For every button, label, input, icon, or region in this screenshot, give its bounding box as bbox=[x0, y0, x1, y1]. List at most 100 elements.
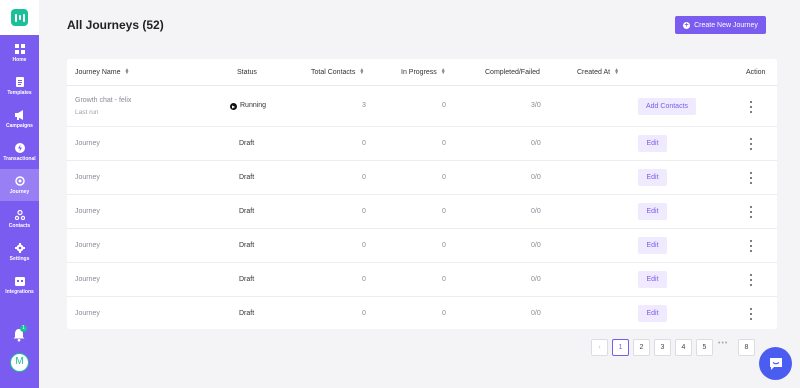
sidebar-item-label: Templates bbox=[7, 89, 32, 96]
table-row[interactable]: Journey Draft 0 0 0/0 Edit bbox=[67, 297, 777, 331]
sidebar-item-journey[interactable]: Journey bbox=[0, 169, 39, 201]
sidebar-item-label: Integrations bbox=[5, 288, 34, 295]
journey-last-run: Last run bbox=[75, 109, 99, 116]
chat-widget-button[interactable] bbox=[759, 347, 792, 380]
journey-name[interactable]: Journey bbox=[75, 310, 100, 317]
notification-badge: 1 bbox=[20, 325, 27, 332]
add-contacts-button[interactable]: Add Contacts bbox=[638, 98, 696, 115]
pagination-page-5[interactable]: 5 bbox=[696, 339, 713, 356]
more-icon[interactable] bbox=[748, 274, 754, 286]
pagination-page-last[interactable]: 8 bbox=[738, 339, 755, 356]
column-header-total-contacts[interactable]: Total Contacts ▲ ▼ bbox=[311, 67, 365, 77]
column-label: Completed/Failed bbox=[485, 69, 540, 76]
table-row[interactable]: Journey Draft 0 0 0/0 Edit bbox=[67, 229, 777, 263]
more-icon[interactable] bbox=[748, 101, 754, 113]
total-contacts: 0 bbox=[362, 140, 366, 147]
pagination-prev-button[interactable]: ‹ bbox=[591, 339, 608, 356]
megaphone-icon bbox=[14, 109, 23, 120]
journey-name[interactable]: Journey bbox=[75, 242, 100, 249]
logo-icon bbox=[11, 9, 28, 26]
journey-name[interactable]: Journey bbox=[75, 276, 100, 283]
sidebar-item-label: Campaigns bbox=[6, 122, 33, 129]
sort-icon: ▲ ▼ bbox=[614, 67, 620, 77]
column-label: Total Contacts bbox=[311, 69, 356, 76]
sort-icon: ▲ ▼ bbox=[440, 67, 446, 77]
table-row[interactable]: Journey Draft 0 0 0/0 Edit bbox=[67, 127, 777, 161]
edit-button[interactable]: Edit bbox=[638, 135, 667, 152]
column-label: In Progress bbox=[401, 69, 437, 76]
in-progress: 0 bbox=[442, 208, 446, 215]
app-logo[interactable] bbox=[0, 0, 39, 35]
in-progress: 0 bbox=[442, 310, 446, 317]
sidebar-item-campaigns[interactable]: Campaigns bbox=[0, 104, 39, 134]
edit-button[interactable]: Edit bbox=[638, 237, 667, 254]
sidebar-item-contacts[interactable]: Contacts bbox=[0, 204, 39, 234]
journey-name[interactable]: Journey bbox=[75, 208, 100, 215]
total-contacts: 0 bbox=[362, 310, 366, 317]
in-progress: 0 bbox=[442, 242, 446, 249]
column-header-created-at[interactable]: Created At ▲ ▼ bbox=[577, 67, 620, 77]
journeys-table: Journey Name ▲ ▼ Status Total Contacts ▲ ▼ I… bbox=[67, 59, 777, 329]
edit-button[interactable]: Edit bbox=[638, 169, 667, 186]
sidebar-item-label: Transactional bbox=[3, 155, 36, 162]
create-new-journey-button[interactable]: + Create New Journey bbox=[675, 16, 766, 34]
sidebar-item-label: Journey bbox=[9, 188, 30, 195]
avatar[interactable]: M bbox=[10, 353, 29, 372]
edit-button[interactable]: Edit bbox=[638, 203, 667, 220]
sort-icon: ▲ ▼ bbox=[124, 67, 130, 77]
sort-icon: ▲ ▼ bbox=[359, 67, 365, 77]
column-label: Created At bbox=[577, 69, 611, 76]
edit-button[interactable]: Edit bbox=[638, 271, 667, 288]
total-contacts: 3 bbox=[362, 102, 366, 109]
pagination-page-1[interactable]: 1 bbox=[612, 339, 629, 356]
sidebar-item-settings[interactable]: Settings bbox=[0, 237, 39, 267]
more-icon[interactable] bbox=[748, 206, 754, 218]
table-row[interactable]: Journey Draft 0 0 0/0 Edit bbox=[67, 195, 777, 229]
column-header-journey-name[interactable]: Journey Name ▲ ▼ bbox=[75, 67, 130, 77]
sidebar-item-transactional[interactable]: Transactional bbox=[0, 137, 39, 167]
pagination-ellipsis[interactable]: ••• bbox=[718, 340, 728, 347]
journey-name[interactable]: Journey bbox=[75, 140, 100, 147]
edit-button[interactable]: Edit bbox=[638, 305, 667, 322]
sidebar-item-templates[interactable]: Templates bbox=[0, 71, 39, 101]
create-button-label: Create New Journey bbox=[694, 21, 758, 29]
status-text: Draft bbox=[239, 174, 255, 181]
more-icon[interactable] bbox=[748, 308, 754, 320]
sidebar: Home Templates Campaigns Transactional J… bbox=[0, 0, 39, 388]
total-contacts: 0 bbox=[362, 208, 366, 215]
total-contacts: 0 bbox=[362, 242, 366, 249]
plus-icon: + bbox=[683, 21, 691, 29]
more-icon[interactable] bbox=[748, 240, 754, 252]
gear-icon bbox=[14, 242, 25, 253]
column-header-completed-failed: Completed/Failed bbox=[485, 69, 540, 76]
completed-failed: 0/0 bbox=[531, 140, 541, 147]
table-row[interactable]: Journey Draft 0 0 0/0 Edit bbox=[67, 161, 777, 195]
column-header-in-progress[interactable]: In Progress ▲ ▼ bbox=[401, 67, 446, 77]
pagination-page-2[interactable]: 2 bbox=[633, 339, 650, 356]
sidebar-item-integrations[interactable]: Integrations bbox=[0, 270, 39, 300]
sidebar-item-label: Contacts bbox=[8, 222, 31, 229]
sidebar-item-label: Home bbox=[12, 56, 27, 63]
completed-failed: 0/0 bbox=[531, 242, 541, 249]
sidebar-item-home[interactable]: Home bbox=[0, 38, 39, 68]
journey-icon bbox=[14, 175, 25, 186]
completed-failed: 0/0 bbox=[531, 208, 541, 215]
status-text: Draft bbox=[239, 310, 255, 317]
completed-failed: 0/0 bbox=[531, 310, 541, 317]
document-icon bbox=[15, 76, 24, 87]
column-header-status: Status bbox=[237, 69, 257, 76]
journey-name[interactable]: Journey bbox=[75, 174, 100, 181]
in-progress: 0 bbox=[442, 102, 446, 109]
page-title: All Journeys (52) bbox=[67, 18, 164, 32]
table-row[interactable]: Journey Draft 0 0 0/0 Edit bbox=[67, 263, 777, 297]
completed-failed: 0/0 bbox=[531, 276, 541, 283]
column-label: Action bbox=[746, 69, 766, 76]
more-icon[interactable] bbox=[748, 138, 754, 150]
pagination-page-4[interactable]: 4 bbox=[675, 339, 692, 356]
completed-failed: 3/0 bbox=[531, 102, 541, 109]
more-icon[interactable] bbox=[748, 172, 754, 184]
sidebar-item-label: Settings bbox=[9, 255, 30, 262]
pagination-page-3[interactable]: 3 bbox=[654, 339, 671, 356]
table-row[interactable]: Growth chat - felix Last run ▶ Running 3 … bbox=[67, 87, 777, 127]
journey-name[interactable]: Growth chat - felix bbox=[75, 97, 131, 104]
